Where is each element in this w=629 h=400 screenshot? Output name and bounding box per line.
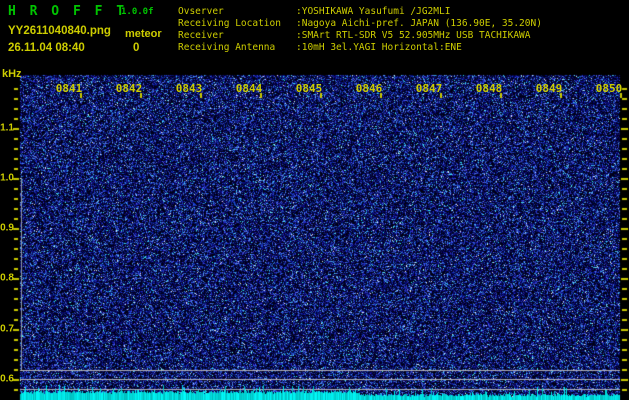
info-value: :10mH 3el.YAGI Horizontal:ENE bbox=[296, 42, 462, 53]
info-row-receiver: Receiver :SMArt RTL-SDR V5 52.905MHz USB … bbox=[178, 30, 542, 42]
output-filename: YY2611040840.png bbox=[8, 25, 111, 37]
info-value: :Nagoya Aichi-pref. JAPAN (136.90E, 35.2… bbox=[296, 18, 542, 29]
info-row-location: Receiving Location :Nagoya Aichi-pref. JA… bbox=[178, 18, 542, 30]
x-tick-label: 0844 bbox=[235, 82, 263, 95]
app-version: 1.0.0f bbox=[121, 7, 154, 17]
y-tick-label: 0.6 bbox=[0, 373, 14, 385]
x-tick-label: 0846 bbox=[355, 82, 383, 95]
meteor-count: 0 bbox=[133, 42, 140, 54]
mode-label: meteor bbox=[125, 28, 162, 40]
x-tick-label: 0849 bbox=[535, 82, 563, 95]
x-tick-label: 0845 bbox=[295, 82, 323, 95]
y-axis-unit: kHz bbox=[2, 68, 22, 80]
x-tick-label: 0841 bbox=[55, 82, 83, 95]
x-tick-label: 0850 bbox=[595, 82, 623, 95]
info-row-observer: Ovserver :YOSHIKAWA Yasufumi /JG2MLI bbox=[178, 6, 542, 18]
x-tick-label: 0847 bbox=[415, 82, 443, 95]
x-tick-label: 0848 bbox=[475, 82, 503, 95]
spectrogram-canvas bbox=[0, 0, 629, 400]
x-tick-label: 0842 bbox=[115, 82, 143, 95]
info-label: Receiving Location bbox=[178, 18, 281, 29]
info-value: :SMArt RTL-SDR V5 52.905MHz USB TACHIKAW… bbox=[296, 30, 531, 41]
datetime-label: 26.11.04 08:40 bbox=[8, 42, 85, 54]
info-label: Receiving Antenna bbox=[178, 42, 276, 53]
y-tick-label: 0.8 bbox=[0, 272, 14, 284]
observer-info-block: Ovserver :YOSHIKAWA Yasufumi /JG2MLI Rece… bbox=[178, 6, 542, 54]
x-tick-label: 0843 bbox=[175, 82, 203, 95]
y-tick-label: 1.1 bbox=[0, 122, 14, 134]
y-tick-label: 0.9 bbox=[0, 222, 14, 234]
hrofft-window: H R O F F T 1.0.0f YY2611040840.png mete… bbox=[0, 0, 629, 400]
info-value: :YOSHIKAWA Yasufumi /JG2MLI bbox=[296, 6, 451, 17]
info-label: Receiver bbox=[178, 30, 224, 41]
y-tick-label: 1.0 bbox=[0, 172, 14, 184]
y-tick-label: 0.7 bbox=[0, 323, 14, 335]
info-label: Ovserver bbox=[178, 6, 224, 17]
app-title: H R O F F T bbox=[8, 4, 128, 19]
info-row-antenna: Receiving Antenna :10mH 3el.YAGI Horizont… bbox=[178, 42, 542, 54]
